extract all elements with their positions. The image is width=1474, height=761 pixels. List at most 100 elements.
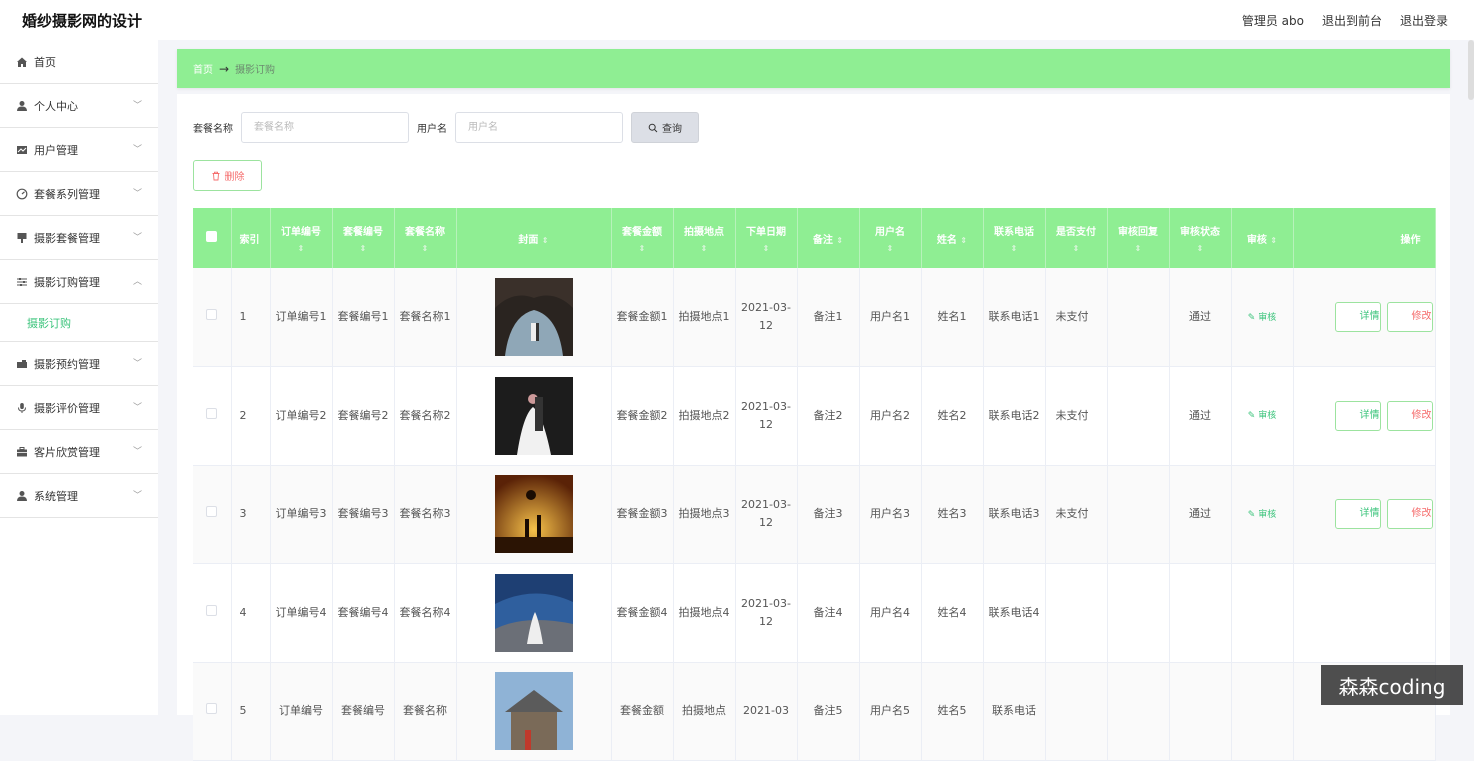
row-checkbox[interactable] [206,309,217,320]
package-name-input[interactable] [241,112,409,143]
column-header[interactable]: 套餐名称⇕ [394,208,456,268]
sidebar-item-label: 首页 [34,54,56,70]
column-header[interactable]: 审核 ⇕ [1231,208,1293,268]
sidebar-item-photo-packages[interactable]: 摄影套餐管理 ﹀ [0,216,158,260]
row-select-cell[interactable] [193,268,231,367]
cell-package-name: 套餐名称1 [394,268,456,367]
sort-icon[interactable]: ⇕ [542,236,549,245]
content-panel: 套餐名称 用户名 查询 删除 索引 [177,94,1450,715]
cell-paid: 未支付 [1045,465,1107,564]
sort-icon[interactable]: ⇕ [337,244,390,253]
cover-image [461,377,607,455]
row-select-cell[interactable] [193,662,231,761]
edit-button[interactable]: 修改 [1387,302,1433,332]
sidebar-item-system[interactable]: 系统管理 ﹀ [0,474,158,518]
row-select-cell[interactable] [193,564,231,663]
logout-link[interactable]: 退出登录 [1400,12,1448,29]
column-header[interactable]: 是否支付⇕ [1045,208,1107,268]
row-checkbox[interactable] [206,703,217,714]
cell-order-no: 订单编号1 [270,268,332,367]
column-header[interactable]: 封面 ⇕ [456,208,611,268]
audit-link[interactable]: ✎ 审核 [1248,510,1276,520]
page-scrollbar[interactable] [1468,40,1474,100]
cell-audit: ✎ 审核 [1231,268,1293,367]
chevron-down-icon: ﹀ [133,356,142,369]
column-header[interactable]: 拍摄地点⇕ [673,208,735,268]
username-label: 用户名 [417,120,447,135]
edit-button[interactable]: 修改 [1387,499,1433,529]
back-to-front-link[interactable]: 退出到前台 [1322,12,1382,29]
row-select-cell[interactable] [193,465,231,564]
cell-date: 2021-03-12 [735,465,797,564]
gauge-icon [16,188,28,200]
sort-icon[interactable]: ⇕ [275,244,328,253]
column-header[interactable]: 订单编号⇕ [270,208,332,268]
sort-icon[interactable]: ⇕ [1270,236,1277,245]
cell-index: 3 [231,465,270,564]
detail-button[interactable]: 详情 [1335,401,1381,431]
sidebar-item-reviews[interactable]: 摄影评价管理 ﹀ [0,386,158,430]
sort-icon[interactable]: ⇕ [864,244,917,253]
row-select-cell[interactable] [193,367,231,466]
username-input[interactable] [455,112,623,143]
sidebar-item-profile[interactable]: 个人中心 ﹀ [0,84,158,128]
column-header[interactable]: 下单日期⇕ [735,208,797,268]
cell-status [1169,564,1231,663]
detail-button[interactable]: 详情 [1335,499,1381,529]
sidebar-item-appointments[interactable]: 摄影预约管理 ﹀ [0,342,158,386]
sidebar-item-label: 摄影评价管理 [34,400,100,416]
sort-icon[interactable]: ⇕ [740,244,793,253]
select-all-header[interactable] [193,208,231,268]
query-button[interactable]: 查询 [631,112,699,143]
column-header[interactable]: 联系电话⇕ [983,208,1045,268]
sidebar-item-home[interactable]: 首页 [0,40,158,84]
cell-amount: 套餐金额 [611,662,673,761]
cell-cover [456,367,611,466]
watermark: 森森coding [1321,665,1463,705]
column-header[interactable]: 审核状态⇕ [1169,208,1231,268]
sort-icon[interactable]: ⇕ [1050,244,1103,253]
sort-icon[interactable]: ⇕ [988,244,1041,253]
sidebar-item-users[interactable]: 用户管理 ﹀ [0,128,158,172]
sidebar-item-gallery[interactable]: 客片欣赏管理 ﹀ [0,430,158,474]
column-header[interactable]: 审核回复⇕ [1107,208,1169,268]
audit-link[interactable]: ✎ 审核 [1248,313,1276,323]
cell-amount: 套餐金额2 [611,367,673,466]
column-header[interactable]: 用户名⇕ [859,208,921,268]
sidebar-item-photo-orders[interactable]: 摄影订购管理 ︿ [0,260,158,304]
breadcrumb: 首页 → 摄影订购 [177,49,1450,88]
sidebar-subitem-photo-order[interactable]: 摄影订购 [0,304,158,342]
orders-table: 索引 订单编号⇕ 套餐编号⇕ 套餐名称⇕ 封面 ⇕ 套餐金额⇕ 拍摄地点⇕ 下单… [193,208,1436,761]
sort-icon[interactable]: ⇕ [836,236,843,245]
sort-icon[interactable]: ⇕ [678,244,731,253]
cell-actions: 详情修改 [1293,268,1435,367]
sort-icon[interactable]: ⇕ [616,244,669,253]
sort-icon[interactable]: ⇕ [399,244,452,253]
cell-phone: 联系电话1 [983,268,1045,367]
cell-name: 姓名3 [921,465,983,564]
row-checkbox[interactable] [206,605,217,616]
cell-location: 拍摄地点1 [673,268,735,367]
column-header[interactable]: 备注 ⇕ [797,208,859,268]
chevron-down-icon: ﹀ [133,186,142,199]
sort-icon[interactable]: ⇕ [960,236,967,245]
delete-button[interactable]: 删除 [193,160,262,191]
audit-link[interactable]: ✎ 审核 [1248,411,1276,421]
detail-button[interactable]: 详情 [1335,302,1381,332]
column-header[interactable]: 姓名 ⇕ [921,208,983,268]
breadcrumb-home[interactable]: 首页 [193,61,213,76]
sort-icon[interactable]: ⇕ [1174,244,1227,253]
row-checkbox[interactable] [206,408,217,419]
cover-image [461,574,607,652]
edit-icon: ✎ [1248,313,1256,323]
column-header[interactable]: 套餐金额⇕ [611,208,673,268]
column-header[interactable]: 套餐编号⇕ [332,208,394,268]
sidebar-item-label: 摄影订购管理 [34,274,100,290]
chevron-down-icon: ﹀ [133,488,142,501]
cell-cover [456,564,611,663]
select-all-checkbox[interactable] [206,231,217,242]
row-checkbox[interactable] [206,506,217,517]
sidebar-item-package-series[interactable]: 套餐系列管理 ﹀ [0,172,158,216]
sort-icon[interactable]: ⇕ [1112,244,1165,253]
edit-button[interactable]: 修改 [1387,401,1433,431]
